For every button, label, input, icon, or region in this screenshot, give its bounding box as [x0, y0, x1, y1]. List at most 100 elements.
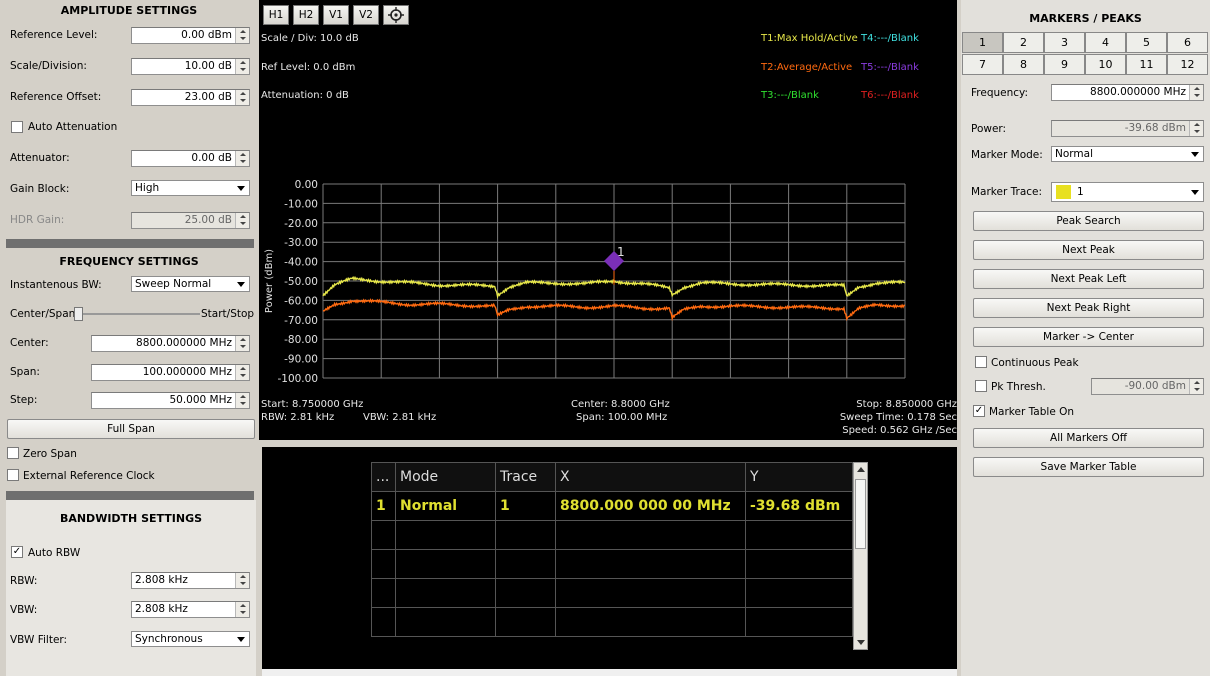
y-axis-label: Power (dBm): [264, 249, 275, 313]
marker-table-on-checkbox[interactable]: ✓: [973, 405, 985, 417]
continuous-peak-checkbox[interactable]: [975, 356, 987, 368]
hdr-gain-input[interactable]: 25.00 dB: [131, 212, 250, 229]
spin-arrows-icon[interactable]: [235, 573, 249, 588]
table-scrollbar[interactable]: [853, 462, 868, 650]
table-row[interactable]: [371, 607, 853, 637]
marker-select-3[interactable]: 3: [1044, 32, 1085, 53]
pk-thresh-label: Pk Thresh.: [991, 381, 1046, 393]
vbw-label: VBW:: [10, 604, 38, 616]
marker-select-7[interactable]: 7: [962, 54, 1003, 75]
save-marker-table-button[interactable]: Save Marker Table: [973, 457, 1204, 477]
all-markers-off-button[interactable]: All Markers Off: [973, 428, 1204, 448]
auto-attenuation-label: Auto Attenuation: [28, 121, 118, 133]
next-peak-right-button[interactable]: Next Peak Right: [973, 298, 1204, 318]
spin-arrows-icon[interactable]: [235, 59, 249, 74]
marker-select-9[interactable]: 9: [1044, 54, 1085, 75]
marker-select-6[interactable]: 6: [1167, 32, 1208, 53]
marker-select-2[interactable]: 2: [1003, 32, 1044, 53]
scroll-up-icon[interactable]: [857, 467, 865, 472]
spin-arrows-icon[interactable]: [1189, 85, 1203, 100]
span-readout: Span: 100.00 MHz: [576, 412, 668, 423]
marker-table[interactable]: ... Mode Trace X Y 1 Normal 1 8800.000 0…: [371, 462, 853, 637]
instant-bw-select[interactable]: Sweep Normal: [131, 276, 250, 292]
marker-select-4[interactable]: 4: [1085, 32, 1126, 53]
attenuator-input[interactable]: 0.00 dB: [131, 150, 250, 167]
center-input[interactable]: 8800.000000 MHz: [91, 335, 250, 352]
y-tick-label: -50.00: [284, 276, 318, 288]
next-peak-left-button[interactable]: Next Peak Left: [973, 269, 1204, 289]
ref-level-input[interactable]: 0.00 dBm: [131, 27, 250, 44]
table-row[interactable]: [371, 578, 853, 608]
peak-search-button[interactable]: Peak Search: [973, 211, 1204, 231]
center-span-slider-track[interactable]: [76, 313, 200, 315]
auto-rbw-checkbox[interactable]: ✓: [11, 546, 23, 558]
spin-arrows-icon[interactable]: [235, 365, 249, 380]
spin-arrows-icon[interactable]: [1189, 379, 1203, 394]
spin-arrows-icon[interactable]: [235, 213, 249, 228]
next-peak-button[interactable]: Next Peak: [973, 240, 1204, 260]
marker-trace-select[interactable]: 1: [1051, 182, 1204, 202]
step-input[interactable]: 50.000 MHz: [91, 392, 250, 409]
ref-offset-input[interactable]: 23.00 dB: [131, 89, 250, 106]
pk-thresh-checkbox[interactable]: [975, 380, 987, 392]
spectrum-plot[interactable]: 0.00 -10.00 -20.00 -30.00 -40.00 -50.00 -60.00…: [259, 0, 957, 400]
marker-power-label: Power:: [971, 123, 1007, 135]
pk-thresh-input[interactable]: -90.00 dBm: [1091, 378, 1204, 395]
spin-arrows-icon[interactable]: [235, 90, 249, 105]
markers-header: MARKERS / PEAKS: [1029, 12, 1142, 25]
marker-select-8[interactable]: 8: [1003, 54, 1044, 75]
bandwidth-section: BANDWIDTH SETTINGS ✓ Auto RBW RBW: 2.808…: [6, 500, 256, 676]
marker-select-1[interactable]: 1: [962, 32, 1003, 53]
y-tick-label: -100.00: [277, 373, 318, 385]
scroll-thumb[interactable]: [855, 479, 866, 549]
table-row[interactable]: 1 Normal 1 8800.000 000 00 MHz -39.68 dB…: [371, 491, 853, 521]
full-span-button[interactable]: Full Span: [7, 419, 255, 439]
spin-arrows-icon[interactable]: [235, 602, 249, 617]
section-divider: [6, 491, 254, 500]
center-span-slider-handle[interactable]: [74, 307, 83, 321]
frequency-header: FREQUENCY SETTINGS: [59, 255, 199, 268]
vbw-filter-select[interactable]: Synchronous: [131, 631, 250, 647]
y-tick-label: -60.00: [284, 295, 318, 307]
ext-ref-checkbox[interactable]: [7, 469, 19, 481]
marker-select-10[interactable]: 10: [1085, 54, 1126, 75]
scroll-down-icon[interactable]: [857, 640, 865, 645]
table-row[interactable]: [371, 520, 853, 550]
spin-arrows-icon[interactable]: [235, 28, 249, 43]
chevron-down-icon: [237, 186, 245, 191]
marker-to-center-button[interactable]: Marker -> Center: [973, 327, 1204, 347]
spectrum-display[interactable]: H1 H2 V1 V2 Scale / Div: 10.0 dB Ref Lev…: [259, 0, 957, 440]
rbw-label: RBW:: [10, 575, 38, 587]
marker-select-12[interactable]: 12: [1167, 54, 1208, 75]
vbw-input[interactable]: 2.808 kHz: [131, 601, 250, 618]
marker-select-5[interactable]: 5: [1126, 32, 1167, 53]
start-stop-label: Start/Stop: [201, 308, 255, 320]
spin-arrows-icon[interactable]: [235, 336, 249, 351]
y-tick-label: -80.00: [284, 334, 318, 346]
spin-arrows-icon[interactable]: [235, 393, 249, 408]
continuous-peak-label: Continuous Peak: [991, 357, 1079, 369]
hdr-gain-label: HDR Gain:: [10, 214, 65, 226]
col-index[interactable]: ...: [371, 462, 396, 492]
col-mode[interactable]: Mode: [395, 462, 496, 492]
auto-attenuation-checkbox[interactable]: [11, 121, 23, 133]
zero-span-checkbox[interactable]: [7, 447, 19, 459]
rbw-input[interactable]: 2.808 kHz: [131, 572, 250, 589]
col-y[interactable]: Y: [745, 462, 853, 492]
scale-div-label: Scale/Division:: [10, 60, 87, 72]
marker-select-11[interactable]: 11: [1126, 54, 1167, 75]
col-trace[interactable]: Trace: [495, 462, 556, 492]
spin-arrows-icon[interactable]: [235, 151, 249, 166]
gain-block-select[interactable]: High: [131, 180, 250, 196]
marker-freq-input[interactable]: 8800.000000 MHz: [1051, 84, 1204, 101]
ext-ref-label: External Reference Clock: [23, 470, 155, 482]
col-x[interactable]: X: [555, 462, 746, 492]
gain-block-label: Gain Block:: [10, 183, 70, 195]
span-input[interactable]: 100.000000 MHz: [91, 364, 250, 381]
table-row[interactable]: [371, 549, 853, 579]
y-tick-label: -20.00: [284, 218, 318, 230]
marker-table-header: ... Mode Trace X Y: [371, 462, 853, 492]
chevron-down-icon: [237, 282, 245, 287]
marker-mode-select[interactable]: Normal: [1051, 146, 1204, 162]
scale-div-input[interactable]: 10.00 dB: [131, 58, 250, 75]
